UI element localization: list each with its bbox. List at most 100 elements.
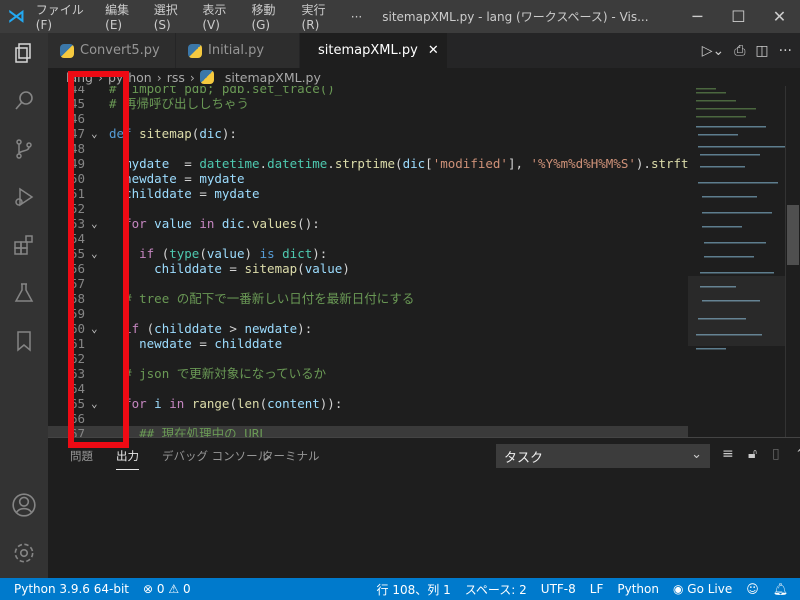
code-line[interactable]: 59 bbox=[48, 306, 688, 321]
close-window-button[interactable]: ✕ bbox=[759, 7, 800, 26]
chevron-right-icon: › bbox=[156, 69, 162, 85]
code-line[interactable]: 67 ## 現在処理中の URL bbox=[48, 426, 688, 437]
code-text: newdate = mydate bbox=[109, 171, 244, 186]
bookmark-icon[interactable] bbox=[0, 321, 48, 361]
testing-flask-icon[interactable] bbox=[0, 273, 48, 313]
code-token: sitemap bbox=[244, 261, 298, 276]
minimap[interactable] bbox=[688, 86, 786, 437]
settings-gear-icon[interactable] bbox=[0, 533, 48, 573]
code-token: newdate bbox=[244, 321, 298, 336]
tab-sitemapxml[interactable]: sitemapXML.py ✕ bbox=[300, 33, 448, 68]
print-icon[interactable]: ⎙ bbox=[734, 43, 745, 59]
tab-label: Initial.py bbox=[208, 43, 265, 58]
code-line[interactable]: 50 newdate = mydate bbox=[48, 171, 688, 186]
run-debug-icon[interactable] bbox=[0, 177, 48, 217]
code-line[interactable]: 62 bbox=[48, 351, 688, 366]
open-log-file-icon[interactable]: ▯ bbox=[772, 446, 780, 462]
code-token: mydate bbox=[199, 171, 245, 186]
clear-output-icon[interactable]: ≡ bbox=[722, 446, 734, 462]
code-token: = bbox=[169, 156, 200, 171]
scrollbar-thumb[interactable] bbox=[787, 205, 799, 265]
code-token: dict bbox=[282, 246, 313, 261]
code-line[interactable]: 58 # tree の配下で一番新しい日付を最新日付にする bbox=[48, 291, 688, 306]
code-line[interactable]: 54 bbox=[48, 231, 688, 246]
code-line[interactable]: 57 bbox=[48, 276, 688, 291]
code-line[interactable]: 53 ⌄ for value in dic.values(): bbox=[48, 216, 688, 231]
code-token: # tree の配下で一番新しい日付を最新日付にする bbox=[124, 291, 415, 306]
go-live-button[interactable]: ◉ Go Live bbox=[666, 582, 739, 596]
code-token: ( bbox=[297, 261, 305, 276]
minimize-button[interactable]: ─ bbox=[677, 7, 718, 26]
menu-run[interactable]: 実行(R) bbox=[296, 1, 345, 32]
code-token: )) bbox=[319, 396, 335, 411]
code-token: = bbox=[191, 336, 215, 351]
breadcrumb-file[interactable]: sitemapXML.py bbox=[225, 70, 321, 85]
maximize-panel-icon[interactable]: ^ bbox=[796, 446, 800, 462]
code-line[interactable]: 48 bbox=[48, 141, 688, 156]
code-line[interactable]: 49 mydate = datetime.datetime.strptime(d… bbox=[48, 156, 688, 171]
python-interpreter[interactable]: Python 3.9.6 64-bit bbox=[0, 582, 136, 596]
panel-tab-debug-console[interactable]: デバッグ コンソール bbox=[162, 448, 269, 464]
menu-view[interactable]: 表示(V) bbox=[196, 1, 245, 32]
code-token: childdate bbox=[154, 321, 222, 336]
panel-tab-problems[interactable]: 問題 bbox=[70, 448, 93, 464]
code-token: '%Y%m%d%H%M%S' bbox=[530, 156, 636, 171]
language-mode[interactable]: Python bbox=[610, 582, 666, 596]
explorer-icon[interactable] bbox=[0, 33, 48, 73]
tab-initial[interactable]: Initial.py bbox=[176, 33, 300, 68]
code-token: = bbox=[191, 186, 215, 201]
code-line[interactable]: 52 bbox=[48, 201, 688, 216]
tab-convert5[interactable]: Convert5.py bbox=[48, 33, 176, 68]
code-text: # import pdb; pdb.set_trace() bbox=[109, 86, 335, 96]
source-control-icon[interactable] bbox=[0, 129, 48, 169]
notifications-bell-icon[interactable]: 🔔︎ bbox=[766, 582, 800, 596]
panel-tab-output[interactable]: 出力 bbox=[116, 448, 139, 470]
menu-selection[interactable]: 選択(S) bbox=[148, 1, 197, 32]
chevron-down-icon: ⌄ bbox=[691, 447, 702, 462]
code-line[interactable]: 56 childdate = sitemap(value) bbox=[48, 261, 688, 276]
go-live-label: Go Live bbox=[687, 582, 733, 596]
code-token: = bbox=[221, 261, 245, 276]
split-editor-icon[interactable]: ◫ bbox=[755, 43, 768, 59]
end-of-line[interactable]: LF bbox=[583, 582, 611, 596]
code-line[interactable]: 63 # json で更新対象になっているか bbox=[48, 366, 688, 381]
search-icon[interactable] bbox=[0, 81, 48, 121]
code-text: for i in range(len(content)): bbox=[109, 396, 342, 411]
code-line[interactable]: 66 bbox=[48, 411, 688, 426]
output-channel-select[interactable]: タスク ⌄ bbox=[496, 444, 710, 468]
breadcrumb-rss[interactable]: rss bbox=[167, 70, 185, 85]
menu-go[interactable]: 移動(G) bbox=[245, 1, 295, 32]
code-line[interactable]: 46 bbox=[48, 111, 688, 126]
code-editor[interactable]: 44 # import pdb; pdb.set_trace() 45 # 再帰呼び出… bbox=[48, 86, 688, 437]
menu-more[interactable]: ··· bbox=[345, 10, 368, 24]
code-token: # json で更新対象になっているか bbox=[124, 366, 327, 381]
problems-count[interactable]: ⊗ 0 ⚠ 0 bbox=[136, 582, 198, 596]
code-line[interactable]: 51 childdate = mydate bbox=[48, 186, 688, 201]
extensions-icon[interactable] bbox=[0, 225, 48, 265]
panel-tab-terminal[interactable]: ターミナル bbox=[262, 448, 320, 464]
lock-scroll-icon[interactable]: 🔓︎ bbox=[748, 446, 757, 462]
code-line[interactable]: 65 ⌄ for i in range(len(content)): bbox=[48, 396, 688, 411]
menu-edit[interactable]: 編集(E) bbox=[99, 1, 148, 32]
run-python-file-icon[interactable]: ▷⌄ bbox=[702, 43, 725, 59]
close-tab-icon[interactable]: ✕ bbox=[428, 43, 439, 58]
cursor-position[interactable]: 行 108、列 1 bbox=[370, 581, 458, 598]
code-line[interactable]: 47 ⌄ def sitemap(dic): bbox=[48, 126, 688, 141]
title-bar: ⋊ ファイル(F) 編集(E) 選択(S) 表示(V) 移動(G) 実行(R) … bbox=[0, 0, 800, 33]
more-actions-icon[interactable]: ··· bbox=[779, 43, 792, 59]
encoding[interactable]: UTF-8 bbox=[534, 582, 583, 596]
code-line[interactable]: 61 newdate = childdate bbox=[48, 336, 688, 351]
code-line[interactable]: 45 # 再帰呼び出ししちゃう bbox=[48, 96, 688, 111]
code-line[interactable]: 44 # import pdb; pdb.set_trace() bbox=[48, 86, 688, 96]
code-line[interactable]: 55 ⌄ if (type(value) is dict): bbox=[48, 246, 688, 261]
code-line[interactable]: 64 bbox=[48, 381, 688, 396]
maximize-button[interactable]: ☐ bbox=[718, 7, 759, 26]
code-line[interactable]: 60 ⌄ if (childdate > newdate): bbox=[48, 321, 688, 336]
indentation[interactable]: スペース: 2 bbox=[458, 581, 534, 598]
code-token: dic bbox=[221, 216, 245, 231]
feedback-icon[interactable]: ☺ bbox=[739, 582, 766, 596]
status-bar: Python 3.9.6 64-bit ⊗ 0 ⚠ 0 行 108、列 1 スペ… bbox=[0, 578, 800, 600]
account-icon[interactable] bbox=[0, 485, 48, 525]
tab-label: sitemapXML.py bbox=[318, 43, 418, 58]
menu-file[interactable]: ファイル(F) bbox=[30, 1, 99, 32]
